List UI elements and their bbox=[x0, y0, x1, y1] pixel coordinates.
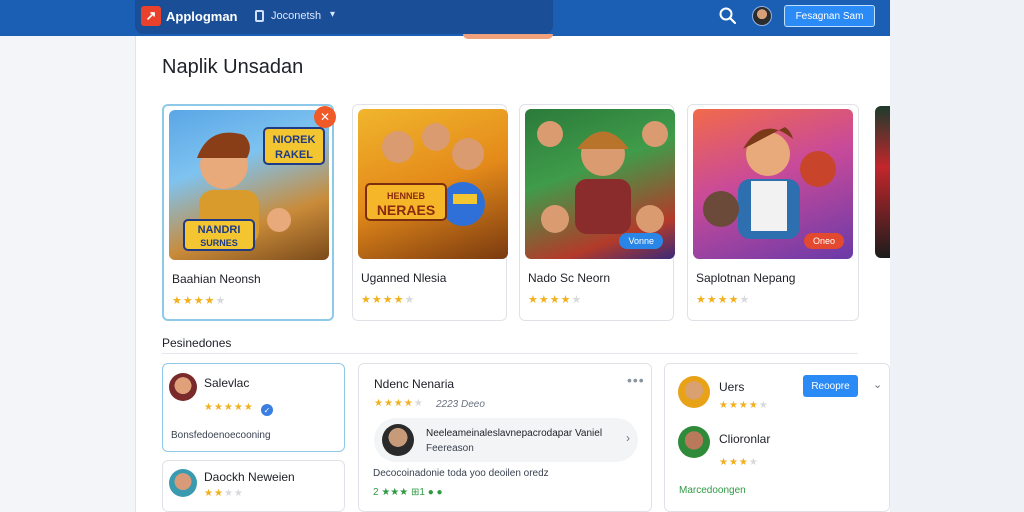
avatar bbox=[169, 373, 197, 401]
app-name[interactable]: Applogman bbox=[166, 9, 238, 24]
header-cta-button[interactable]: Fesagnan Sam bbox=[784, 5, 875, 27]
game-title: Nado Sc Neorn bbox=[528, 271, 611, 285]
review-rating: ★★★★★ bbox=[374, 398, 424, 409]
review-rating: ★★★★★ bbox=[204, 402, 254, 413]
next-game-card-peek[interactable] bbox=[875, 106, 890, 258]
reviewer-name: Clioronlar bbox=[719, 432, 771, 446]
user-avatar[interactable] bbox=[752, 6, 772, 26]
review-title: Ndenc Nenaria bbox=[374, 377, 455, 391]
review-card[interactable]: Salevlac ★★★★★ ✓ Bonsfedoenoecooning bbox=[162, 363, 345, 452]
active-tab-indicator bbox=[463, 34, 553, 39]
workspace-icon bbox=[255, 10, 264, 22]
avatar bbox=[382, 424, 414, 456]
verified-icon: ✓ bbox=[261, 404, 273, 416]
game-rating: ★★★★★ bbox=[361, 294, 416, 306]
game-card[interactable]: HENNEB NERAES Uganned Nlesia ★★★★★ bbox=[352, 104, 508, 321]
section-title: Naplik Unsadan bbox=[162, 56, 304, 78]
review-footer: 2 ★★★ ⊞1 ● ● bbox=[373, 487, 443, 498]
art-caption-a1: HENNEB bbox=[387, 191, 426, 201]
review-rating: ★★★★ bbox=[204, 488, 244, 499]
review-meta: 2223 Deeo bbox=[436, 399, 485, 410]
avatar bbox=[169, 469, 197, 497]
chevron-down-icon[interactable]: ▾ bbox=[330, 9, 335, 20]
reviewer-name: Daockh Neweien bbox=[204, 470, 295, 484]
game-card[interactable]: Vonne Nado Sc Neorn ★★★★★ bbox=[519, 104, 675, 321]
game-card[interactable]: Oneo Saplotnan Nepang ★★★★★ bbox=[687, 104, 859, 321]
hero-illustration: NIOREK RAKEL NANDRI SURNES bbox=[183, 127, 325, 251]
app-logo[interactable]: ↗ bbox=[141, 6, 161, 26]
game-card[interactable]: NIOREK RAKEL NANDRI SURNES ✕ Baahian Neo… bbox=[162, 104, 336, 321]
game-rating: ★★★★★ bbox=[528, 294, 583, 306]
game-title: Uganned Nlesia bbox=[361, 271, 447, 285]
reply-text: Neeleameinaleslavnepacrodapar Vaniel bbox=[426, 428, 603, 439]
game-rating: ★★★★★ bbox=[696, 294, 751, 306]
hero-illustration: HENNEB NERAES bbox=[365, 123, 485, 226]
chevron-right-icon[interactable]: › bbox=[626, 431, 630, 445]
review-action-button[interactable]: Reoopre bbox=[803, 375, 858, 397]
reviews-section-title: Pesinedones bbox=[162, 336, 232, 350]
right-gutter bbox=[890, 0, 1024, 512]
art-caption-b2: SURNES bbox=[200, 238, 238, 248]
workspace-selector[interactable]: Joconetsh bbox=[271, 10, 321, 22]
art-caption-b1: NANDRI bbox=[198, 224, 241, 236]
art-caption-a2: RAKEL bbox=[275, 149, 313, 161]
section-divider bbox=[162, 353, 858, 354]
game-art: HENNEB NERAES bbox=[358, 109, 508, 259]
game-badge[interactable]: Oneo bbox=[803, 233, 844, 249]
review-text: Bonsfedoenoecooning bbox=[171, 430, 271, 441]
review-footer: Marcedoongen bbox=[679, 485, 746, 496]
avatar bbox=[678, 426, 710, 458]
game-badge[interactable]: Vonne bbox=[619, 233, 663, 249]
reply-subtext: Feereason bbox=[426, 443, 474, 454]
reply-row[interactable]: Neeleameinaleslavnepacrodapar Vaniel Fee… bbox=[374, 418, 638, 462]
art-caption-a1: NIOREK bbox=[273, 134, 316, 146]
more-options-icon[interactable]: ••• bbox=[627, 372, 645, 388]
reviewer-name: Salevlac bbox=[204, 376, 250, 390]
review-rating: ★★★★★ bbox=[719, 400, 769, 411]
review-rating: ★★★★ bbox=[719, 457, 759, 468]
avatar bbox=[678, 376, 710, 408]
art-caption-a2: NERAES bbox=[377, 202, 435, 218]
game-title: Baahian Neonsh bbox=[172, 272, 261, 286]
game-title: Saplotnan Nepang bbox=[696, 271, 796, 285]
reviewer-name: Uers bbox=[719, 380, 745, 394]
search-icon[interactable] bbox=[718, 6, 738, 26]
game-art: NIOREK RAKEL NANDRI SURNES bbox=[169, 110, 329, 260]
review-card[interactable]: Daockh Neweien ★★★★ bbox=[162, 460, 345, 512]
chevron-down-icon[interactable]: ⌄ bbox=[873, 378, 882, 391]
game-rating: ★★★★★ bbox=[172, 295, 227, 307]
review-body: Decocoinadonie toda yoo deoilen oredz bbox=[373, 468, 549, 479]
close-icon[interactable]: ✕ bbox=[314, 106, 336, 128]
